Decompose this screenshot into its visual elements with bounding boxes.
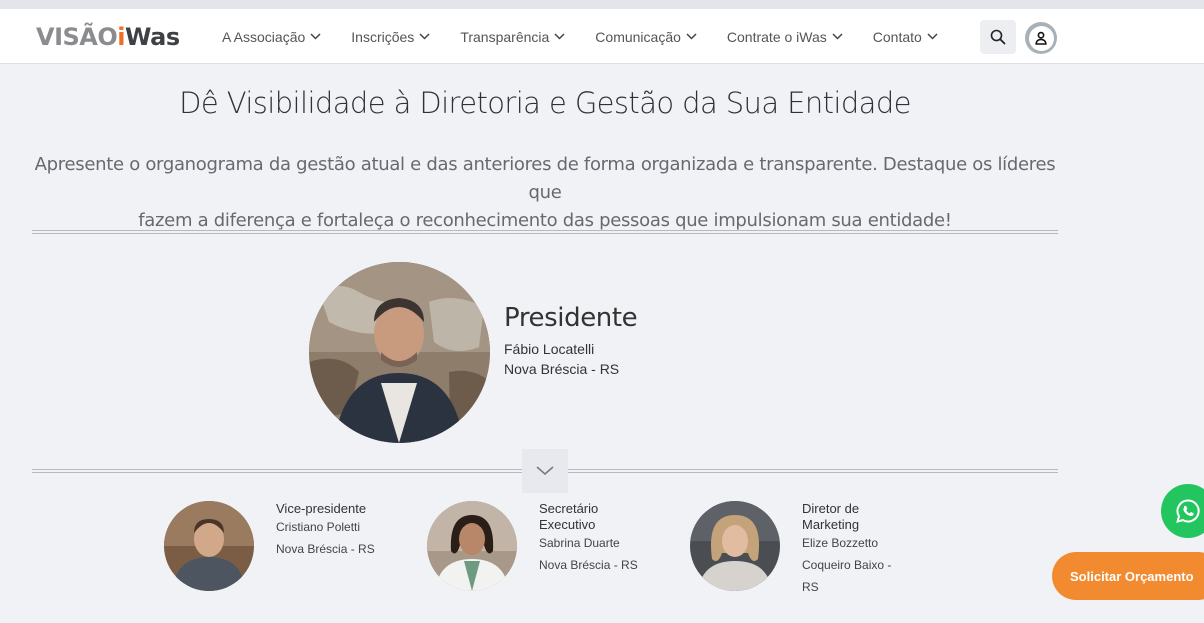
search-button[interactable]	[980, 20, 1016, 54]
member-city-cont: RS	[802, 580, 819, 594]
chevron-down-icon	[832, 33, 843, 40]
president-photo	[309, 262, 490, 443]
chevron-down-icon	[686, 33, 697, 40]
member-role: Diretor de Marketing	[802, 501, 860, 532]
member-role: Secretário Executivo	[539, 501, 599, 532]
whatsapp-button[interactable]	[1161, 484, 1204, 538]
page-subtitle-line-1: Apresente o organograma da gestão atual …	[34, 154, 1056, 203]
logo-part-visao: VISÃO	[36, 23, 118, 51]
member-photo-diretor-marketing	[690, 501, 780, 591]
member-photo-secretario-executivo	[427, 501, 517, 591]
member-city: Coqueiro Baixo -	[802, 558, 892, 572]
president-role: Presidente	[504, 303, 638, 333]
expand-toggle-button[interactable]	[522, 449, 568, 493]
member-name: Cristiano Poletti	[276, 520, 361, 534]
nav-item-associacao[interactable]: A Associação	[222, 29, 321, 45]
member-photo-vice-presidente	[164, 501, 254, 591]
president-city: Nova Bréscia - RS	[504, 361, 620, 377]
search-icon	[990, 29, 1006, 45]
nav-item-label: Inscrições	[351, 28, 415, 45]
chevron-down-icon	[927, 33, 938, 40]
main-nav: A Associação Inscrições Transparência Co…	[222, 9, 968, 64]
logo-part-was: Was	[125, 23, 180, 51]
nav-item-inscricoes[interactable]: Inscrições	[351, 29, 430, 45]
president-name: Fábio Locatelli	[504, 341, 595, 357]
nav-item-comunicacao[interactable]: Comunicação	[595, 29, 697, 45]
page-subtitle: Apresente o organograma da gestão atual …	[32, 151, 1058, 235]
chevron-down-icon	[536, 466, 554, 475]
member-name: Elize Bozzetto	[802, 536, 879, 550]
member-city: Nova Bréscia - RS	[276, 542, 375, 556]
member-name: Sabrina Duarte	[539, 536, 620, 550]
request-quote-button[interactable]: Solicitar Orçamento	[1052, 552, 1204, 600]
nav-item-label: Transparência	[460, 28, 550, 45]
browser-top-strip	[0, 0, 1204, 9]
section-divider	[32, 230, 1058, 234]
member-role: Vice-presidente	[276, 501, 367, 516]
nav-item-transparencia[interactable]: Transparência	[460, 29, 565, 45]
top-navbar: VISÃO i Was A Associação Inscrições Tran…	[0, 9, 1204, 64]
page-title: Dê Visibilidade à Diretoria e Gestão da …	[179, 86, 911, 120]
user-icon	[1035, 31, 1047, 45]
chevron-down-icon	[310, 33, 321, 40]
chevron-down-icon	[554, 33, 565, 40]
nav-item-label: Comunicação	[595, 28, 681, 45]
nav-item-contrate[interactable]: Contrate o iWas	[727, 29, 843, 45]
nav-item-label: Contrate o iWas	[726, 28, 827, 45]
whatsapp-icon	[1176, 499, 1200, 523]
nav-item-label: A Associação	[222, 28, 306, 45]
chevron-down-icon	[419, 33, 430, 40]
page-subtitle-line-2: fazem a diferença e fortaleça o reconhec…	[138, 210, 952, 231]
nav-item-label: Contato	[872, 28, 922, 45]
site-logo[interactable]: VISÃO i Was	[36, 21, 180, 53]
user-account-button[interactable]	[1025, 22, 1057, 54]
member-city: Nova Bréscia - RS	[539, 558, 638, 572]
logo-part-i: i	[117, 23, 125, 51]
nav-item-contato[interactable]: Contato	[873, 29, 938, 45]
